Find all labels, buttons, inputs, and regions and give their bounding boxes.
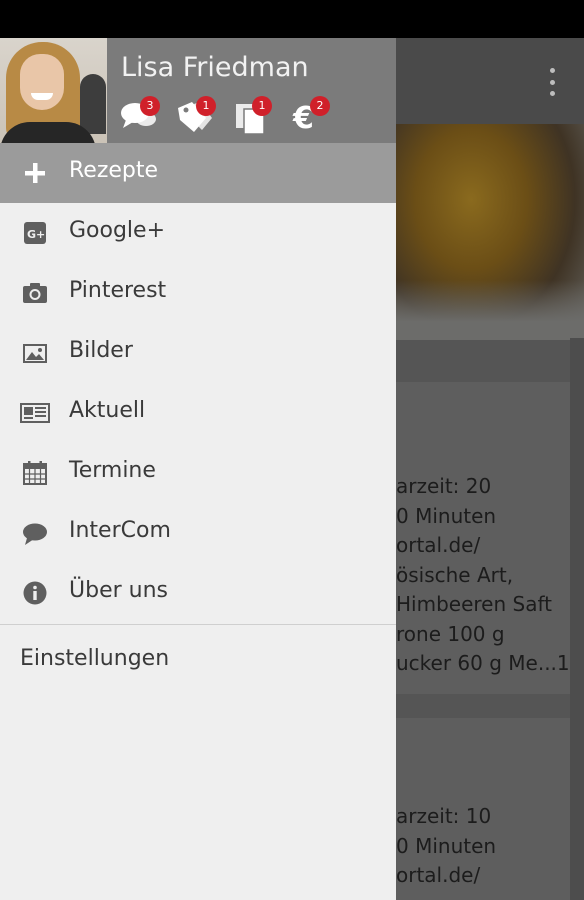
menu-divider <box>0 624 396 625</box>
image-icon <box>23 344 47 363</box>
menu-item-label: InterCom <box>69 518 171 543</box>
overflow-menu-icon[interactable] <box>548 68 556 96</box>
recipe-card-line: Himbeeren Saft <box>396 592 552 616</box>
profile-header: Lisa Friedman 3 1 1 € 2 <box>0 38 396 143</box>
recipe-card-line: arzeit: 10 <box>396 804 492 828</box>
menu-item-intercom[interactable]: InterCom <box>0 503 396 563</box>
recipe-card-line: 0 Minuten <box>396 503 497 528</box>
newspaper-icon <box>20 403 50 423</box>
menu-item-label: Bilder <box>69 338 133 363</box>
navigation-drawer: Lisa Friedman 3 1 1 € 2 Rezepte G+ Googl… <box>0 38 396 900</box>
svg-text:G+: G+ <box>27 228 45 241</box>
plus-icon <box>25 163 45 183</box>
menu-item-bilder[interactable]: Bilder <box>0 323 396 383</box>
recipe-card: arzeit: 10 0 Minuten ortal.de/ <box>396 718 570 900</box>
recipe-card-line: ortal.de/ <box>396 533 481 557</box>
menu-item-label: Aktuell <box>69 398 146 423</box>
info-icon <box>23 581 47 605</box>
recipe-card-text: arzeit: 10 0 Minuten ortal.de/ <box>396 802 496 891</box>
camera-icon <box>23 283 47 303</box>
recipe-card-line: ösische Art, <box>396 562 514 587</box>
settings-item[interactable]: Einstellungen <box>20 646 169 671</box>
documents-button[interactable]: 1 <box>234 96 274 136</box>
documents-badge: 1 <box>252 96 272 116</box>
recipe-card-line: arzeit: 20 <box>396 474 492 498</box>
calendar-icon <box>23 461 47 485</box>
background-side-strip <box>570 338 584 900</box>
menu-item-label: Rezepte <box>69 158 159 183</box>
menu-item-label: Pinterest <box>69 278 167 303</box>
menu-item-google-plus[interactable]: G+ Google+ <box>0 203 396 263</box>
menu-item-rezepte[interactable]: Rezepte <box>0 143 396 203</box>
status-bar <box>0 0 584 38</box>
menu-item-label: Über uns <box>69 578 168 603</box>
google-plus-icon: G+ <box>24 222 46 244</box>
menu-item-aktuell[interactable]: Aktuell <box>0 383 396 443</box>
payments-button[interactable]: € 2 <box>292 96 332 136</box>
speech-bubble-icon <box>23 523 47 545</box>
menu-item-termine[interactable]: Termine <box>0 443 396 503</box>
recipe-card-line: ucker 60 g Me...1 <box>396 651 570 675</box>
recipe-card: arzeit: 20 0 Minuten ortal.de/ ösische A… <box>396 382 570 694</box>
menu-item-pinterest[interactable]: Pinterest <box>0 263 396 323</box>
menu-item-label: Google+ <box>69 218 166 243</box>
recipe-hero-image <box>396 124 584 340</box>
recipe-card-text: arzeit: 20 0 Minuten ortal.de/ ösische A… <box>396 472 570 679</box>
messages-badge: 3 <box>140 96 160 116</box>
messages-button[interactable]: 3 <box>120 96 160 136</box>
tags-badge: 1 <box>196 96 216 116</box>
recipe-card-line: ortal.de/ <box>396 863 481 887</box>
tags-button[interactable]: 1 <box>176 96 216 136</box>
recipe-card-line: 0 Minuten <box>396 833 497 858</box>
menu-item-label: Termine <box>69 458 156 483</box>
recipe-card-line: rone 100 g <box>396 621 505 646</box>
payments-badge: 2 <box>310 96 330 116</box>
avatar[interactable] <box>0 38 107 143</box>
profile-name: Lisa Friedman <box>121 52 309 83</box>
menu-item-ueber-uns[interactable]: Über uns <box>0 563 396 623</box>
